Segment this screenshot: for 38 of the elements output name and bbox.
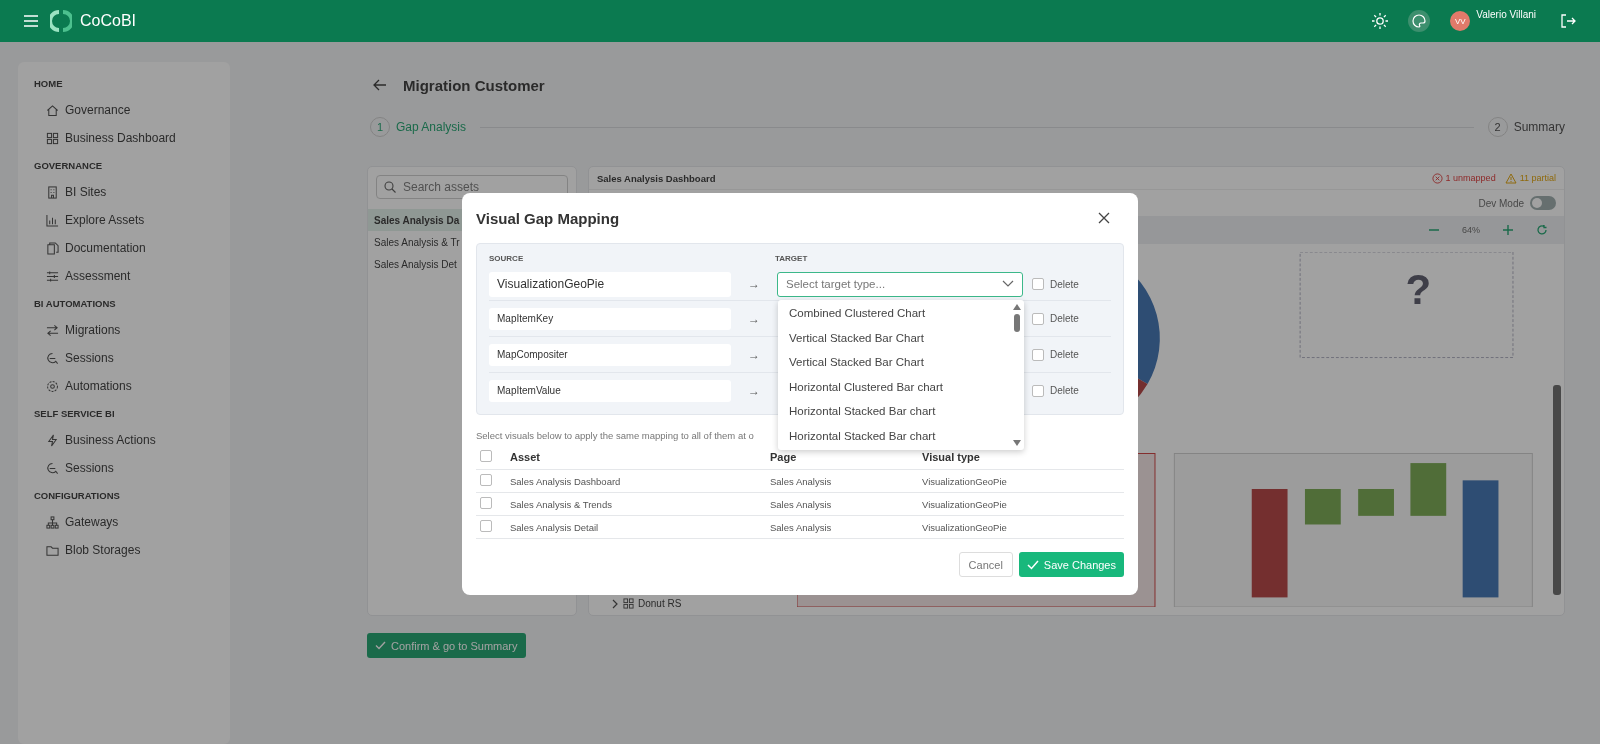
column-header: Asset	[510, 451, 540, 463]
section-heading: SELF SERVICE BI	[34, 406, 116, 421]
source-label: SOURCE	[489, 254, 525, 265]
unmapped-count: 1 unmapped	[1445, 173, 1496, 183]
table-cell: Sales Analysis & Trends	[510, 498, 612, 510]
app-name: CoCoBI	[80, 12, 137, 30]
section-heading: BI AUTOMATIONS	[34, 296, 117, 311]
column-header: Page	[770, 451, 797, 463]
table-cell: VisualizationGeoPie	[922, 498, 1007, 510]
delete-label: Delete	[1050, 313, 1079, 324]
mapping-arrow: →	[747, 383, 761, 398]
delete-label: Delete	[1050, 385, 1079, 396]
target-label: TARGET	[775, 254, 808, 265]
dialog-title: Visual Gap Mapping	[476, 209, 620, 227]
mapping-arrow: →	[747, 277, 761, 291]
delete-label: Delete	[1050, 349, 1079, 360]
table-cell: Sales Analysis	[770, 498, 832, 510]
table-cell: VisualizationGeoPie	[922, 521, 1007, 533]
preview-title: Sales Analysis Dashboard	[597, 172, 716, 184]
section-heading: HOME	[34, 76, 64, 91]
hint-text: Select visuals below to apply the same mapping to all of them at o	[476, 430, 754, 441]
delete-label: Delete	[1050, 278, 1079, 290]
section-heading: CONFIGURATIONS	[34, 488, 121, 503]
table-cell: Sales Analysis Detail	[510, 521, 599, 533]
table-cell: Sales Analysis Dashboard	[510, 475, 621, 487]
table-cell: Sales Analysis	[770, 521, 832, 533]
page-title: Migration Customer	[403, 76, 545, 94]
partial-count: 11 partial	[1519, 173, 1556, 183]
table-cell: VisualizationGeoPie	[922, 475, 1007, 487]
section-heading: GOVERNANCE	[34, 158, 104, 173]
zoom-level: 64%	[1462, 225, 1480, 235]
table-cell: Sales Analysis	[770, 475, 832, 487]
column-header: Visual type	[922, 451, 980, 463]
mapping-arrow: →	[747, 311, 761, 326]
dev-mode-label: Dev Mode	[1478, 197, 1524, 209]
user-name: Valerio Villani	[1476, 9, 1536, 20]
unknown-visual-mark: ?	[1405, 266, 1432, 315]
mapping-arrow: →	[747, 347, 761, 362]
